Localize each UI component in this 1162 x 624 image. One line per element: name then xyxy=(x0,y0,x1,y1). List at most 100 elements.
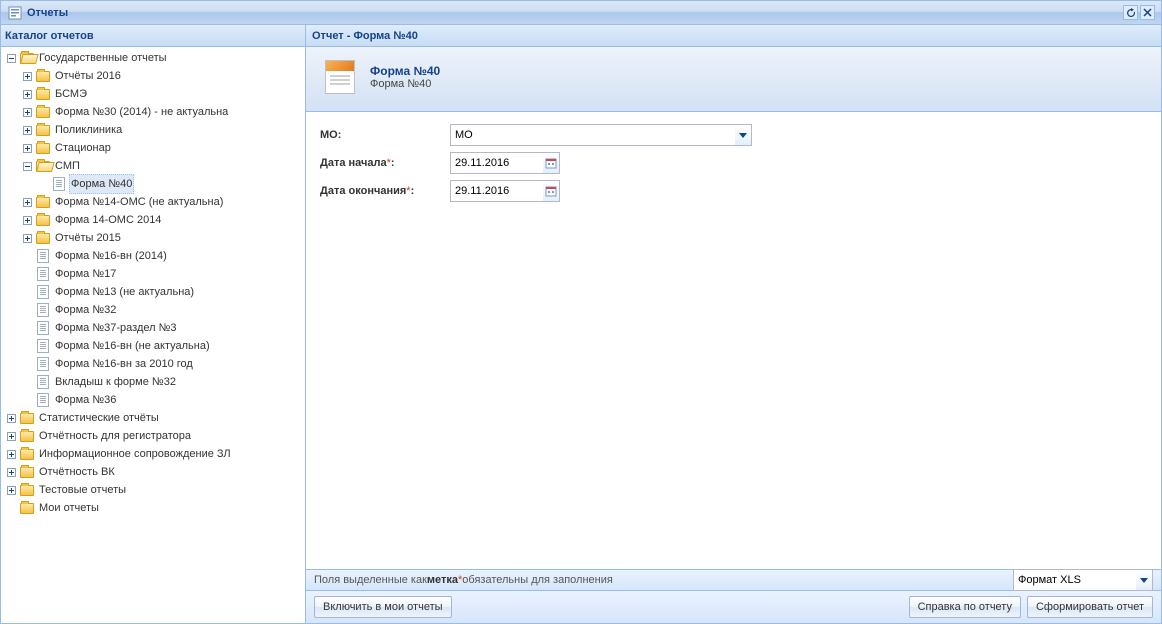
mo-input[interactable] xyxy=(450,124,752,146)
window-tools xyxy=(1123,5,1155,20)
date-end-field[interactable] xyxy=(450,180,560,202)
tree-label: Форма №32 xyxy=(53,301,118,319)
tree-label: Вкладыш к форме №32 xyxy=(53,373,178,391)
folder-icon xyxy=(19,500,35,516)
calendar-icon[interactable] xyxy=(543,152,560,174)
document-icon xyxy=(35,302,51,318)
tree-label: Форма №37-раздел №3 xyxy=(53,319,179,337)
document-icon xyxy=(35,320,51,336)
tree-node-form40[interactable]: Форма №40 xyxy=(1,175,305,193)
folder-icon xyxy=(19,446,35,462)
tree-label: Мои отчеты xyxy=(37,499,101,517)
mo-label: МО: xyxy=(320,129,450,141)
tree-node-root[interactable]: Государственные отчеты xyxy=(1,49,305,67)
note-suffix: обязательны для заполнения xyxy=(462,569,613,591)
include-button[interactable]: Включить в мои отчеты xyxy=(314,596,452,618)
catalog-panel: Каталог отчетов Государственные отчеты О… xyxy=(1,25,306,623)
tree-node[interactable]: БСМЭ xyxy=(1,85,305,103)
tree-node[interactable]: Отчётность для регистратора xyxy=(1,427,305,445)
chevron-down-icon[interactable] xyxy=(1136,569,1153,591)
tree-label: Форма №30 (2014) - не актуальна xyxy=(53,103,230,121)
folder-icon xyxy=(35,86,51,102)
folder-icon xyxy=(19,482,35,498)
tree-node[interactable]: Форма №16-вн (не актуальна) xyxy=(1,337,305,355)
date-start-field[interactable] xyxy=(450,152,560,174)
tree-label: Форма №13 (не актуальна) xyxy=(53,283,196,301)
folder-open-icon xyxy=(19,50,35,66)
tree-node[interactable]: Поликлиника xyxy=(1,121,305,139)
tree-node[interactable]: Форма №16-вн (2014) xyxy=(1,247,305,265)
format-select[interactable] xyxy=(1013,569,1153,591)
tree-label: Форма №40 xyxy=(69,174,134,194)
tree-label: Государственные отчеты xyxy=(37,49,169,67)
tree-node[interactable]: Мои отчеты xyxy=(1,499,305,517)
folder-icon xyxy=(35,140,51,156)
tree-node[interactable]: Тестовые отчеты xyxy=(1,481,305,499)
bottom-toolbar: Включить в мои отчеты Справка по отчету … xyxy=(306,591,1161,623)
document-icon xyxy=(35,374,51,390)
folder-icon xyxy=(35,104,51,120)
tree-node[interactable]: Форма №13 (не актуальна) xyxy=(1,283,305,301)
tree-node[interactable]: Форма №30 (2014) - не актуальна xyxy=(1,103,305,121)
mo-select[interactable] xyxy=(450,124,752,146)
tree-label: Форма №16-вн (2014) xyxy=(53,247,169,265)
tree-node[interactable]: Отчёты 2016 xyxy=(1,67,305,85)
catalog-header: Каталог отчетов xyxy=(1,25,305,47)
tree-label: Тестовые отчеты xyxy=(37,481,128,499)
help-button[interactable]: Справка по отчету xyxy=(909,596,1021,618)
chevron-down-icon[interactable] xyxy=(735,124,752,146)
report-panel-header: Отчет - Форма №40 xyxy=(306,25,1161,47)
tree-label: Форма №36 xyxy=(53,391,118,409)
folder-icon xyxy=(35,68,51,84)
tree-node-smp[interactable]: СМП xyxy=(1,157,305,175)
tree-label: Форма №17 xyxy=(53,265,118,283)
tree-label: Отчётность для регистратора xyxy=(37,427,193,445)
folder-icon xyxy=(19,428,35,444)
document-icon xyxy=(35,392,51,408)
tree-node[interactable]: Форма №36 xyxy=(1,391,305,409)
tree-node[interactable]: Форма №16-вн за 2010 год xyxy=(1,355,305,373)
tree-label: БСМЭ xyxy=(53,85,89,103)
tree-node[interactable]: Отчётность ВК xyxy=(1,463,305,481)
tree-node[interactable]: Форма №37-раздел №3 xyxy=(1,319,305,337)
tree-label: Форма №16-вн за 2010 год xyxy=(53,355,195,373)
folder-open-icon xyxy=(35,158,51,174)
tree-label: Форма №14-ОМС (не актуальна) xyxy=(53,193,225,211)
tree-node[interactable]: Вкладыш к форме №32 xyxy=(1,373,305,391)
calendar-icon[interactable] xyxy=(543,180,560,202)
document-icon xyxy=(35,248,51,264)
tree-label: Информационное сопровождение ЗЛ xyxy=(37,445,233,463)
folder-icon xyxy=(19,410,35,426)
date-start-label: Дата начала*: xyxy=(320,157,450,169)
date-end-label: Дата окончания*: xyxy=(320,185,450,197)
report-icon xyxy=(320,57,360,97)
folder-icon xyxy=(35,212,51,228)
document-icon xyxy=(35,284,51,300)
folder-icon xyxy=(35,122,51,138)
folder-icon xyxy=(19,464,35,480)
reports-icon xyxy=(7,5,23,21)
tree-node[interactable]: Стационар xyxy=(1,139,305,157)
note-prefix: Поля выделенные как xyxy=(314,569,427,591)
folder-icon xyxy=(35,194,51,210)
report-panel: Отчет - Форма №40 Форма №40 Форма №40 МО… xyxy=(306,25,1161,623)
tree-node[interactable]: Форма 14-ОМС 2014 xyxy=(1,211,305,229)
tree-label: СМП xyxy=(53,157,82,175)
tree-node[interactable]: Отчёты 2015 xyxy=(1,229,305,247)
tree-node[interactable]: Информационное сопровождение ЗЛ xyxy=(1,445,305,463)
folder-icon xyxy=(35,230,51,246)
tree-node[interactable]: Форма №14-ОМС (не актуальна) xyxy=(1,193,305,211)
generate-button[interactable]: Сформировать отчет xyxy=(1027,596,1153,618)
window-title: Отчеты xyxy=(27,7,1123,19)
tree-label: Форма 14-ОМС 2014 xyxy=(53,211,163,229)
note-bar: Поля выделенные как метка* обязательны д… xyxy=(306,569,1161,591)
tree-node[interactable]: Статистические отчёты xyxy=(1,409,305,427)
tree-label: Отчёты 2016 xyxy=(53,67,123,85)
report-head: Форма №40 Форма №40 xyxy=(306,47,1161,112)
format-input[interactable] xyxy=(1013,569,1153,591)
tree-node[interactable]: Форма №32 xyxy=(1,301,305,319)
refresh-button[interactable] xyxy=(1123,5,1138,20)
report-form: МО: Дата начала*: Дата окончания*: xyxy=(306,112,1161,569)
tree-node[interactable]: Форма №17 xyxy=(1,265,305,283)
close-button[interactable] xyxy=(1140,5,1155,20)
